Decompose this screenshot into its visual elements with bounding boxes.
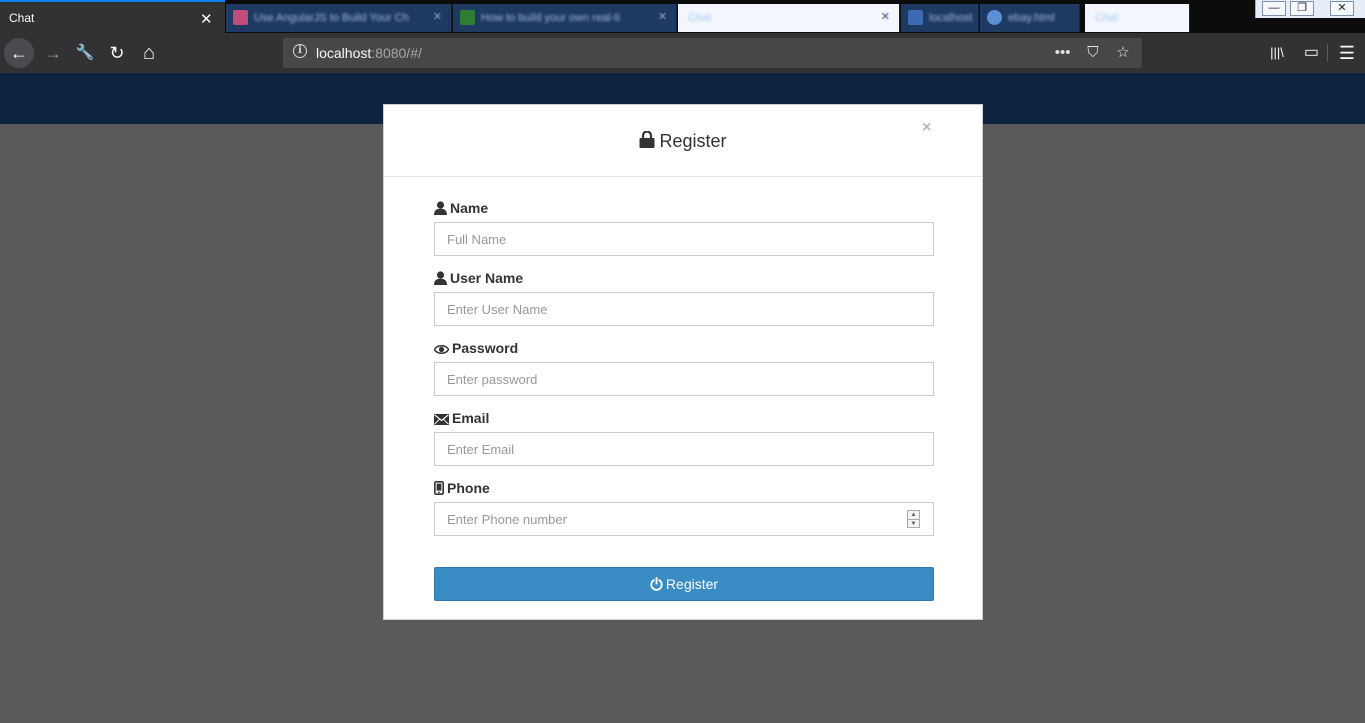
wrench-icon[interactable]: 🔧 <box>70 38 100 68</box>
url-text[interactable]: localhost:8080/#/ <box>316 45 422 61</box>
tab-localhost[interactable]: localhost <box>901 4 979 32</box>
name-label: Name <box>434 199 934 219</box>
window-controls: — ❐ ✕ <box>1255 0 1365 18</box>
email-field-group: Email <box>434 409 934 466</box>
toolbar-divider <box>1327 44 1328 62</box>
register-button[interactable]: Register <box>434 567 934 601</box>
password-label: Password <box>433 339 934 359</box>
library-icon[interactable]: |||\ <box>1262 38 1292 68</box>
email-label: Email <box>434 409 934 429</box>
eye-icon <box>433 345 450 354</box>
back-button[interactable]: ← <box>4 38 34 68</box>
pocket-icon[interactable]: ⛉ <box>1080 42 1106 64</box>
favicon-icon <box>233 10 248 25</box>
password-label-text: Password <box>452 340 519 356</box>
password-field-group: Password <box>433 339 934 396</box>
username-field-group: User Name <box>434 269 934 326</box>
name-field-group: Name <box>434 199 934 256</box>
number-spinner[interactable]: ▲ ▼ <box>907 510 920 528</box>
sidebar-icon[interactable]: ▭ <box>1296 38 1326 68</box>
toolbar-right: |||\ ▭ <box>1262 38 1326 68</box>
home-button[interactable]: ⌂ <box>134 38 164 68</box>
tab-title: Use AngularJS to Build Your Ch <box>254 12 409 24</box>
tab-title: Chat <box>688 12 712 24</box>
tab-title: localhost <box>929 12 973 24</box>
forward-button[interactable]: → <box>38 38 68 68</box>
close-icon[interactable]: × <box>922 119 931 137</box>
menu-button[interactable]: ☰ <box>1332 38 1362 68</box>
tab-strip: Chat ✕ Use AngularJS to Build Your Ch ✕ … <box>0 0 1365 33</box>
phone-input[interactable] <box>434 502 934 536</box>
tab-close-icon[interactable]: ✕ <box>433 10 442 23</box>
modal-title-text: Register <box>659 131 727 151</box>
minimize-button[interactable]: — <box>1262 1 1286 16</box>
tab-title: How to build your own real-ti <box>481 12 620 24</box>
reload-button[interactable]: ↻ <box>102 38 132 68</box>
favicon-icon <box>908 10 923 25</box>
favicon-icon <box>460 10 475 25</box>
phone-label-text: Phone <box>447 480 490 496</box>
page-actions-icon[interactable]: ••• <box>1050 42 1076 64</box>
tab-chat-2[interactable]: Chat ✕ <box>678 4 900 32</box>
envelope-icon <box>434 414 449 425</box>
url-actions: ••• ⛉ ☆ <box>1050 42 1136 64</box>
phone-icon <box>434 481 444 495</box>
modal-title: Register <box>384 130 982 152</box>
restore-button[interactable]: ❐ <box>1290 1 1314 16</box>
tab-title: ebay.html <box>1008 12 1055 24</box>
url-bar[interactable]: i localhost:8080/#/ ••• ⛉ ☆ <box>283 38 1142 68</box>
register-form: Name User Name Password <box>433 199 934 549</box>
email-input[interactable] <box>434 432 934 466</box>
name-label-text: Name <box>450 200 489 216</box>
register-modal: Register × Name User Name <box>383 104 983 620</box>
phone-label: Phone <box>434 479 934 499</box>
username-label-text: User Name <box>450 270 524 286</box>
tab-chat-3[interactable]: Chat <box>1085 4 1190 32</box>
spinner-down-icon[interactable]: ▼ <box>908 519 919 527</box>
bookmark-star-icon[interactable]: ☆ <box>1110 42 1136 64</box>
tab-close-icon[interactable]: ✕ <box>658 10 667 23</box>
tab-title: Chat <box>1095 12 1119 24</box>
favicon-icon <box>987 10 1002 25</box>
power-icon <box>650 576 663 591</box>
close-window-button[interactable]: ✕ <box>1330 1 1354 16</box>
url-path: :8080/#/ <box>371 45 422 61</box>
tab-angularjs-chat[interactable]: Use AngularJS to Build Your Ch ✕ <box>226 4 452 32</box>
password-input[interactable] <box>434 362 934 396</box>
user-icon <box>434 201 447 215</box>
email-label-text: Email <box>452 410 490 426</box>
browser-toolbar: ← → 🔧 ↻ ⌂ i localhost:8080/#/ ••• ⛉ ☆ ||… <box>0 33 1365 73</box>
tab-title: Chat <box>9 11 35 25</box>
tab-close-icon[interactable]: ✕ <box>200 10 213 28</box>
url-host: localhost <box>316 45 372 61</box>
spinner-up-icon[interactable]: ▲ <box>908 511 919 519</box>
site-info-icon[interactable]: i <box>293 44 307 58</box>
username-label: User Name <box>434 269 934 289</box>
phone-input-wrap: ▲ ▼ <box>434 502 934 536</box>
tab-chat-active[interactable]: Chat ✕ <box>0 0 225 33</box>
lock-icon <box>639 130 655 148</box>
username-input[interactable] <box>434 292 934 326</box>
modal-header: Register × <box>384 105 982 177</box>
name-input[interactable] <box>434 222 934 256</box>
tab-ebay[interactable]: ebay.html <box>980 4 1080 32</box>
register-button-label: Register <box>665 576 719 592</box>
tab-close-icon[interactable]: ✕ <box>881 10 890 23</box>
tab-realtime-chat[interactable]: How to build your own real-ti ✕ <box>453 4 677 32</box>
phone-field-group: Phone ▲ ▼ <box>434 479 934 536</box>
user-icon <box>434 271 447 285</box>
